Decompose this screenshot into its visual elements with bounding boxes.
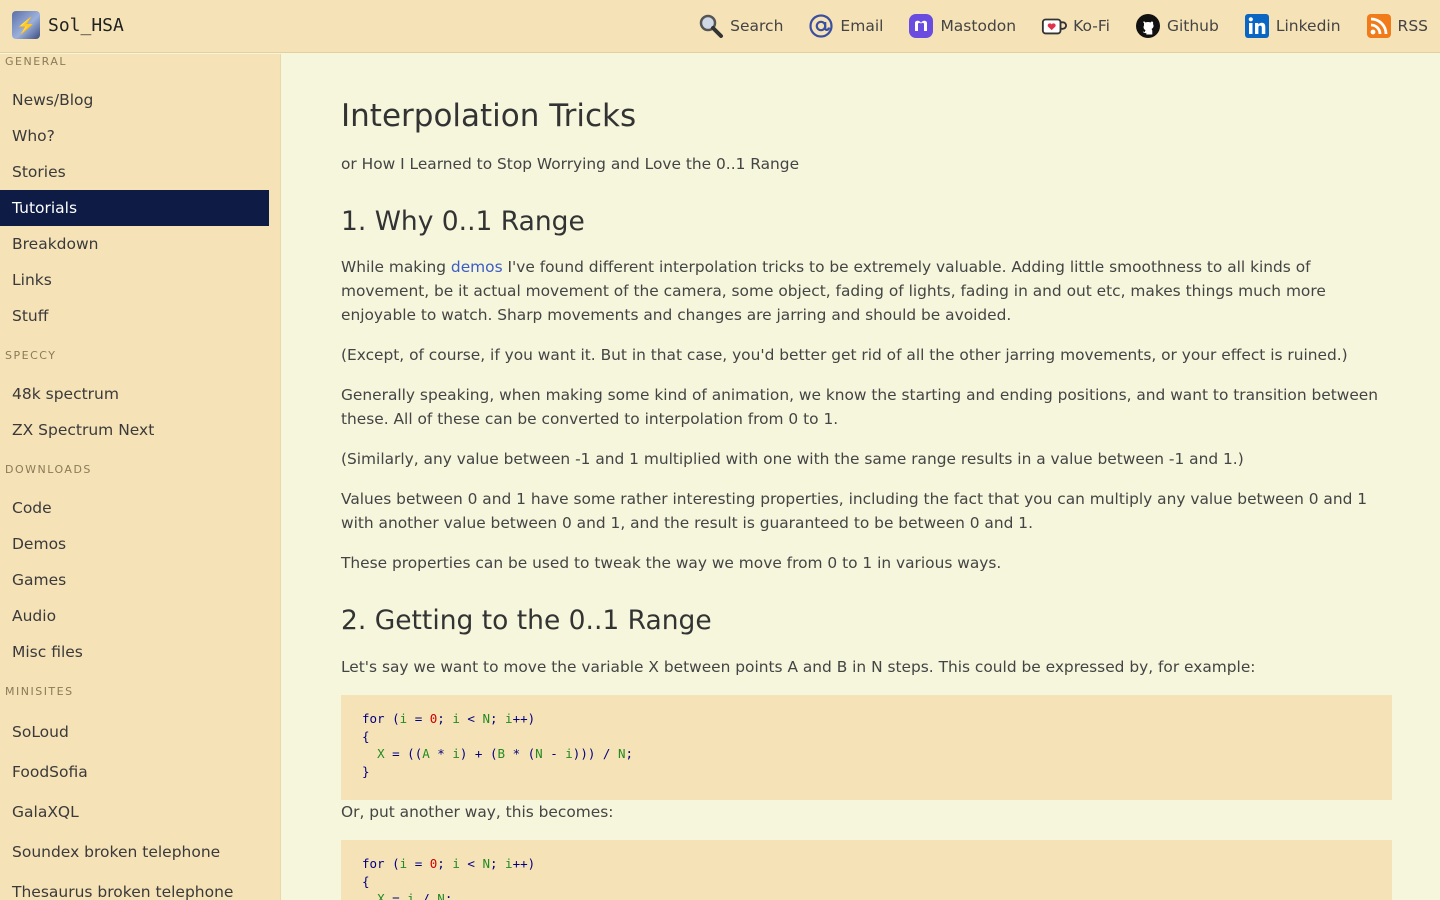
sidebar-item-misc-files[interactable]: Misc files — [0, 634, 269, 670]
site-brand[interactable]: ⚡ Sol_HSA — [12, 11, 124, 39]
page-subtitle: or How I Learned to Stop Worrying and Lo… — [341, 155, 800, 173]
sidebar-item-breakdown[interactable]: Breakdown — [0, 226, 269, 262]
sidebar-section-speccy: SPECCY — [5, 349, 57, 362]
paragraph-text: While making — [341, 258, 451, 276]
sidebar-item-who[interactable]: Who? — [0, 118, 269, 154]
sidebar-item-code[interactable]: Code — [0, 490, 269, 526]
sidebar-section-minisites: MINISITES — [5, 685, 74, 698]
paragraph: Let's say we want to move the variable X… — [341, 658, 1256, 676]
sidebar-item-news-blog[interactable]: News/Blog — [0, 82, 269, 118]
sidebar-item-games[interactable]: Games — [0, 562, 269, 598]
lightning-logo-icon: ⚡ — [12, 11, 40, 39]
paragraph: Or, put another way, this becomes: — [341, 803, 614, 821]
sidebar-item-stories[interactable]: Stories — [0, 154, 269, 190]
code-block[interactable]: for (i = 0; i < N; i++) { X = ((A * i) +… — [341, 695, 1392, 800]
paragraph: (Similarly, any value between -1 and 1 m… — [341, 450, 1244, 468]
sidebar-section-downloads: DOWNLOADS — [5, 463, 92, 476]
site-name: Sol_HSA — [48, 14, 124, 36]
sidebar-item-foodsofia[interactable]: FoodSofia — [0, 754, 269, 790]
paragraph: These properties can be used to tweak th… — [341, 554, 1002, 572]
section-heading-getting: 2. Getting to the 0..1 Range — [341, 605, 712, 636]
sidebar-item-demos[interactable]: Demos — [0, 526, 269, 562]
sidebar-item-zx-spectrum-next[interactable]: ZX Spectrum Next — [0, 412, 269, 448]
code-block[interactable]: for (i = 0; i < N; i++) { X = i / N; — [341, 840, 1392, 900]
sidebar-item-audio[interactable]: Audio — [0, 598, 269, 634]
sidebar: GENERAL News/Blog Who? Stories Tutorials… — [0, 54, 281, 900]
sidebar-section-general: GENERAL — [5, 55, 68, 68]
paragraph: While making demos I've found different … — [341, 255, 1392, 327]
sidebar-item-links[interactable]: Links — [0, 262, 269, 298]
sidebar-item-stuff[interactable]: Stuff — [0, 298, 269, 334]
paragraph: (Except, of course, if you want it. But … — [341, 346, 1348, 364]
sidebar-item-soundex-broken-telephone[interactable]: Soundex broken telephone — [0, 834, 269, 870]
sidebar-item-galaxql[interactable]: GalaXQL — [0, 794, 269, 830]
sidebar-item-soloud[interactable]: SoLoud — [0, 714, 269, 750]
paragraph: Values between 0 and 1 have some rather … — [341, 490, 1368, 532]
demos-link[interactable]: demos — [451, 258, 503, 276]
page-title: Interpolation Tricks — [341, 98, 637, 134]
paragraph: Generally speaking, when making some kin… — [341, 386, 1379, 428]
nav-rss-label: RSS — [1397, 17, 1428, 35]
sidebar-item-48k-spectrum[interactable]: 48k spectrum — [0, 376, 269, 412]
article: Interpolation Tricks or How I Learned to… — [341, 0, 1392, 900]
sidebar-item-tutorials[interactable]: Tutorials — [0, 190, 269, 226]
sidebar-item-thesaurus-broken-telephone[interactable]: Thesaurus broken telephone — [0, 874, 269, 900]
section-heading-why: 1. Why 0..1 Range — [341, 206, 585, 237]
